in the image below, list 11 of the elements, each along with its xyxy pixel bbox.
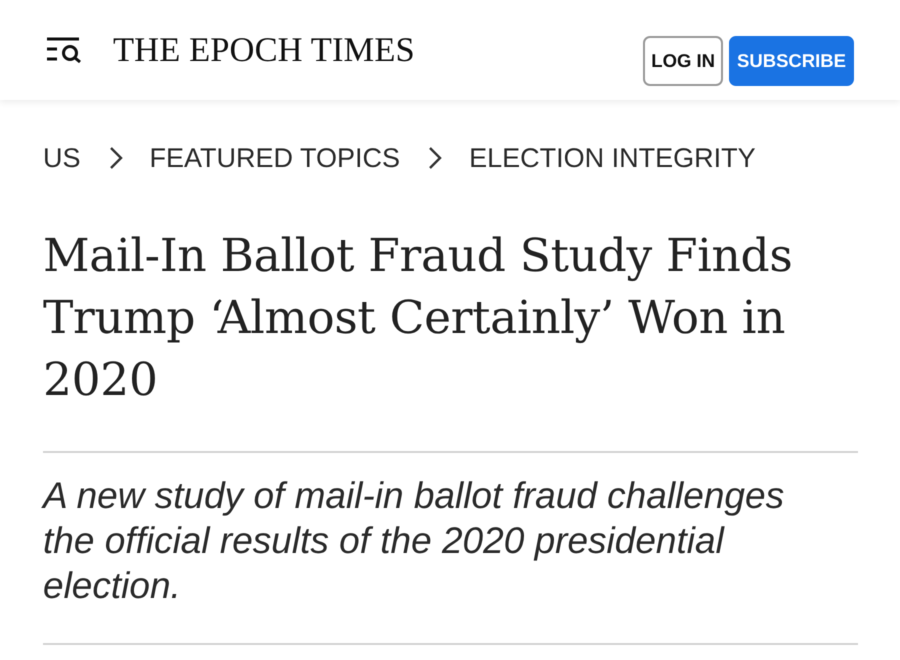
article-headline: Mail-In Ballot Fraud Study Finds Trump ‘Almost Certainly’ Won in 2020: [43, 228, 794, 408]
log-in-button[interactable]: LOG IN: [643, 36, 724, 86]
article-summary: A new study of mail-in ballot fraud challenges the official results of the 2020 presidential election.: [43, 474, 786, 608]
subscribe-button[interactable]: SUBSCRIBE: [729, 36, 854, 86]
breadcrumb-link[interactable]: FEATURED TOPICS: [150, 142, 400, 174]
menu-search-icon[interactable]: [46, 37, 82, 63]
chevron-right-icon: [108, 146, 123, 170]
breadcrumb-link[interactable]: ELECTION INTEGRITY: [469, 142, 756, 174]
breadcrumb-link[interactable]: US: [43, 142, 81, 174]
logo-wordmark[interactable]: THE EPOCH TIMES: [113, 32, 415, 68]
chevron-right-icon: [428, 146, 442, 170]
